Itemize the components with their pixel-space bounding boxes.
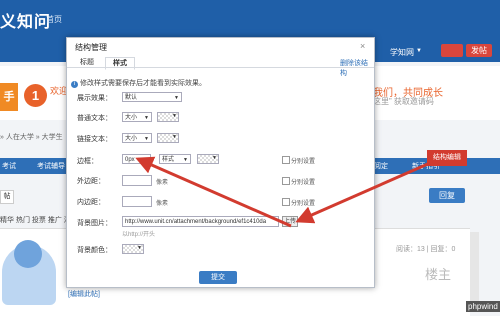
display-effect-select[interactable]: 默认 ▼ [122, 92, 182, 102]
post-button[interactable]: 发帖 [466, 44, 492, 57]
step-number-badge: 1 [24, 84, 47, 107]
edit-post-link[interactable]: [编辑此帖] [68, 289, 100, 299]
border-separate-label: 分别设置 [291, 159, 316, 165]
floor-label: 楼主 [425, 267, 452, 282]
margin-unit: 像素 [156, 180, 169, 186]
padding-label: 内边距： [77, 199, 105, 206]
delete-structure-link[interactable]: 删除该结构 [340, 58, 374, 78]
avatar-head [14, 240, 42, 268]
border-separate-checkbox[interactable] [282, 156, 290, 164]
border-width-value: 0px [125, 157, 135, 163]
padding-input[interactable] [122, 196, 152, 207]
margin-label: 外边距： [77, 178, 105, 185]
normal-text-color-picker[interactable]: ▼ [157, 112, 179, 122]
post-stats: 阅读：13 | 回复：0 [396, 246, 456, 253]
normal-text-label: 普通文本： [77, 115, 112, 122]
mail-icon[interactable] [441, 44, 463, 57]
info-icon: i [71, 81, 78, 88]
chevron-down-icon: ▼ [172, 113, 177, 119]
dialog-title: 结构管理 [75, 43, 107, 52]
bg-image-url-input[interactable]: http://www.unit.cn/attachment/background… [122, 216, 279, 227]
chevron-down-icon: ▼ [172, 134, 177, 140]
breadcrumb[interactable]: » 人在大学 » 大学生 [0, 132, 63, 142]
bg-image-hint: 以http://开头 [122, 232, 156, 238]
chevron-down-icon: ▼ [144, 115, 149, 121]
site-logo[interactable]: 义知问 [0, 8, 51, 32]
chevron-down-icon: ▼ [212, 155, 217, 161]
chevron-down-icon[interactable]: ▼ [416, 48, 422, 54]
forum-tab-tutoring[interactable]: 考试辅导 [37, 161, 65, 171]
bg-color-picker[interactable]: ▼ [122, 244, 144, 254]
scrollbar[interactable] [470, 232, 479, 307]
forum-tab-exam[interactable]: 考试 [2, 161, 16, 171]
display-effect-value: 默认 [125, 95, 138, 101]
bg-color-label: 背景颜色： [77, 247, 112, 254]
reply-button[interactable]: 回复 [429, 188, 465, 203]
border-style-select[interactable]: 样式 ▼ [159, 154, 191, 164]
border-color-picker[interactable]: ▼ [197, 154, 219, 164]
style-tip: i 修改样式需要保存后才能看到实际效果。 [71, 78, 206, 88]
link-text-size-select[interactable]: 大小 ▼ [122, 133, 152, 143]
padding-unit: 像素 [156, 201, 169, 207]
phpwind-watermark: phpwind [466, 301, 500, 312]
link-text-color-picker[interactable]: ▼ [157, 133, 179, 143]
submit-button[interactable]: 提交 [199, 271, 237, 284]
top-nav-link[interactable]: 学知网 [390, 47, 414, 58]
tab-style[interactable]: 样式 [105, 57, 135, 70]
close-icon[interactable]: × [360, 41, 365, 51]
thread-action-button[interactable]: 帖 [0, 190, 14, 204]
margin-input[interactable] [122, 175, 152, 186]
border-style-value: 样式 [162, 157, 175, 163]
chevron-down-icon: ▼ [144, 136, 149, 142]
link-text-label: 链接文本： [77, 136, 112, 143]
chevron-down-icon: ▼ [137, 245, 142, 251]
structure-edit-tag[interactable]: 结构编辑 [427, 150, 467, 166]
margin-separate-checkbox[interactable] [282, 177, 290, 185]
promo-badge: 手 [0, 83, 18, 111]
margin-separate-label: 分别设置 [291, 180, 316, 186]
invite-text[interactable]: 这里” 获取邀请码 [373, 96, 434, 107]
chevron-down-icon: ▼ [183, 157, 188, 163]
padding-separate-checkbox[interactable] [282, 198, 290, 206]
link-text-size-value: 大小 [125, 136, 138, 142]
upload-button[interactable]: 上传 [282, 216, 298, 227]
normal-text-size-value: 大小 [125, 115, 138, 121]
tab-divider [67, 67, 374, 68]
normal-text-size-select[interactable]: 大小 ▼ [122, 112, 152, 122]
border-label: 边框： [77, 158, 98, 165]
bg-image-label: 背景图片： [77, 220, 112, 227]
chevron-down-icon: ▼ [174, 95, 179, 101]
forum-tab-read[interactable]: 阅定 [374, 161, 388, 171]
nav-home-link[interactable]: 首页 [46, 14, 62, 25]
display-effect-label: 展示效果： [77, 95, 112, 102]
padding-separate-label: 分别设置 [291, 201, 316, 207]
border-width-select[interactable]: 0px ▼ [122, 154, 151, 164]
style-tip-text: 修改样式需要保存后才能看到实际效果。 [80, 80, 206, 87]
chevron-down-icon: ▼ [143, 157, 148, 163]
structure-manager-dialog: 结构管理 × 标题 样式 删除该结构 i 修改样式需要保存后才能看到实际效果。 展… [66, 37, 375, 288]
